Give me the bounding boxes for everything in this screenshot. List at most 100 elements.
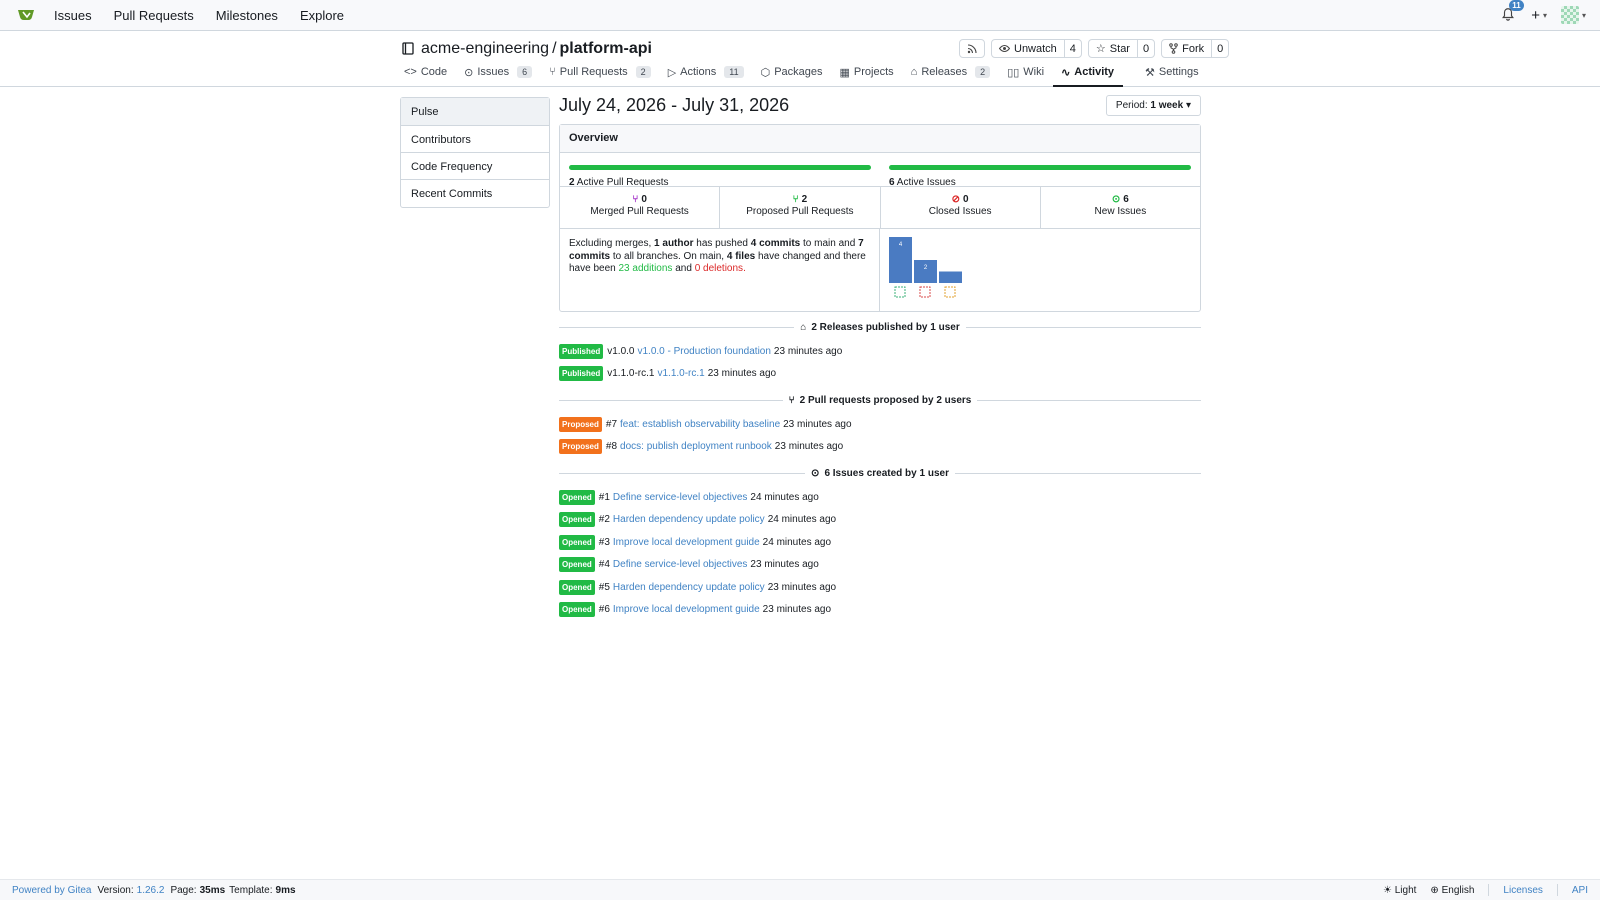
issue-timestamp: 23 minutes ago (750, 559, 819, 571)
issue-status-badge: Opened (559, 534, 595, 550)
issue-row: Opened #4 Define service-level objectives 2… (559, 554, 1201, 577)
nav-pull-requests[interactable]: Pull Requests (114, 8, 194, 23)
version-label: Version: (97, 884, 134, 896)
tab-pull-requests[interactable]: ⑂ Pull Requests 2 (549, 65, 651, 87)
merged-prs-stat[interactable]: ⑂ 0 Merged Pull Requests (560, 187, 721, 228)
theme-label: Light (1394, 884, 1417, 896)
release-tag: v1.1.0-rc.1 (607, 368, 655, 380)
tools-icon: ⚒ (1145, 67, 1155, 79)
tab-releases[interactable]: ⌂ Releases 2 (911, 65, 991, 87)
release-row: Published v1.1.0-rc.1 v1.1.0-rc.1 23 minute… (559, 363, 1201, 386)
new-issues-stat[interactable]: ⊙ 6 New Issues (1041, 187, 1200, 228)
commit-text-7: . (743, 263, 746, 274)
release-title-link[interactable]: v1.0.0 - Production foundation (637, 346, 770, 357)
repo-owner-link[interactable]: acme-engineering (421, 40, 549, 58)
gitea-logo-icon[interactable] (16, 5, 36, 25)
pr-title-link[interactable]: feat: establish observability baseline (620, 419, 780, 430)
issue-open-icon: ⊙ (1111, 194, 1121, 205)
unwatch-button[interactable]: Unwatch 4 (991, 39, 1082, 58)
version-link[interactable]: 1.26.2 (137, 885, 165, 896)
tab-packages-label: Packages (774, 66, 823, 78)
issue-title-link[interactable]: Improve local development guide (613, 604, 760, 615)
contributor-avatar[interactable] (919, 286, 931, 298)
fork-count[interactable]: 0 (1211, 40, 1228, 57)
tab-activity[interactable]: ∿ Activity (1053, 65, 1124, 87)
release-tag: v1.0.0 (607, 345, 635, 357)
fork-button[interactable]: Fork 0 (1161, 39, 1230, 58)
issue-title-link[interactable]: Harden dependency update policy (613, 582, 765, 593)
release-row: Published v1.0.0 v1.0.0 - Production found… (559, 340, 1201, 363)
period-prefix: Period: (1115, 99, 1148, 111)
sidebar-item-pulse[interactable]: Pulse (401, 98, 549, 126)
pr-status-badge: Proposed (559, 439, 602, 455)
nav-explore[interactable]: Explore (300, 8, 344, 23)
issue-title-link[interactable]: Define service-level objectives (613, 492, 748, 503)
tab-packages[interactable]: ⬡ Packages (761, 65, 823, 87)
code-icon: <> (404, 66, 417, 78)
repo-name-link[interactable]: platform-api (560, 40, 652, 58)
tab-code[interactable]: <> Code (404, 65, 447, 87)
plus-icon: + (1531, 6, 1540, 24)
tab-actions[interactable]: ▷ Actions 11 (668, 65, 744, 87)
active-issues-cell[interactable]: 6 Active Issues (880, 153, 1200, 188)
release-timestamp: 23 minutes ago (773, 345, 843, 357)
issue-icon: ⊙ (464, 67, 474, 79)
commit-bar-chart: 42 (889, 237, 962, 298)
issues-header: 6 Issues created by 1 user (824, 468, 949, 479)
issue-row: Opened #3 Improve local development guide 2… (559, 531, 1201, 554)
create-menu-button[interactable]: + ▾ (1531, 7, 1547, 24)
licenses-link[interactable]: Licenses (1503, 885, 1542, 896)
tab-issues[interactable]: ⊙ Issues 6 (464, 65, 533, 87)
issue-timestamp: 24 minutes ago (762, 536, 832, 548)
tab-activity-label: Activity (1074, 66, 1115, 78)
pull-request-icon: ⑂ (788, 395, 795, 406)
proposed-prs-stat[interactable]: ⑂ 2 Proposed Pull Requests (720, 187, 881, 228)
active-issues-progress-bar (889, 165, 1191, 170)
issue-title-link[interactable]: Define service-level objectives (613, 559, 748, 570)
contributors-chart: 42 (880, 229, 979, 311)
active-prs-cell[interactable]: 2 Active Pull Requests (560, 153, 880, 188)
star-count[interactable]: 0 (1136, 40, 1154, 57)
sidebar-item-code-frequency[interactable]: Code Frequency (401, 153, 549, 180)
issue-number: #1 (598, 491, 610, 503)
nav-issues[interactable]: Issues (54, 8, 92, 23)
pulse-icon: ∿ (1061, 67, 1071, 79)
pr-timestamp: 23 minutes ago (774, 441, 844, 453)
api-link[interactable]: API (1572, 885, 1588, 896)
nav-milestones[interactable]: Milestones (216, 8, 278, 23)
issue-timestamp: 23 minutes ago (767, 581, 837, 593)
unwatch-label: Unwatch (1014, 42, 1057, 55)
rss-button[interactable] (959, 39, 985, 58)
user-menu-button[interactable]: ▾ (1560, 6, 1586, 24)
sidebar-item-contributors[interactable]: Contributors (401, 126, 549, 153)
period-value: 1 week (1150, 99, 1184, 111)
powered-by-link[interactable]: Powered by Gitea (12, 885, 92, 896)
issue-open-icon: ⊙ (811, 468, 820, 479)
contributor-avatar[interactable] (894, 286, 906, 298)
sidebar-item-recent-commits[interactable]: Recent Commits (401, 180, 549, 207)
star-button[interactable]: ☆ Star 0 (1087, 39, 1156, 58)
pr-number: #8 (605, 441, 618, 453)
issue-title-link[interactable]: Harden dependency update policy (613, 514, 765, 525)
pr-title-link[interactable]: docs: publish deployment runbook (620, 441, 772, 452)
release-title-link[interactable]: v1.1.0-rc.1 (657, 368, 704, 379)
tab-settings[interactable]: ⚒ Settings (1145, 66, 1199, 79)
notifications-button[interactable]: 11 (1501, 0, 1524, 23)
commit-text-2: has pushed (696, 238, 748, 249)
issue-title-link[interactable]: Improve local development guide (613, 537, 760, 548)
template-time-label: Template: (229, 884, 273, 896)
pull-request-icon: ⑂ (792, 194, 799, 205)
tab-issues-label: Issues (477, 66, 510, 78)
watch-count[interactable]: 4 (1063, 40, 1081, 57)
contributor-avatar[interactable] (944, 286, 956, 298)
chevron-down-icon: ▾ (1185, 99, 1191, 111)
issue-status-badge: Opened (559, 512, 595, 528)
issue-status-badge: Opened (559, 489, 595, 505)
period-dropdown[interactable]: Period: 1 week ▾ (1105, 94, 1201, 116)
theme-selector[interactable]: ☀ Light (1383, 885, 1416, 896)
language-selector[interactable]: ⊕ English (1430, 885, 1474, 896)
tab-wiki[interactable]: ▯▯ Wiki (1007, 65, 1044, 87)
issue-number: #6 (598, 604, 610, 616)
tab-projects[interactable]: ▦ Projects (840, 65, 894, 87)
closed-issues-stat[interactable]: ⊘ 0 Closed Issues (881, 187, 1041, 228)
